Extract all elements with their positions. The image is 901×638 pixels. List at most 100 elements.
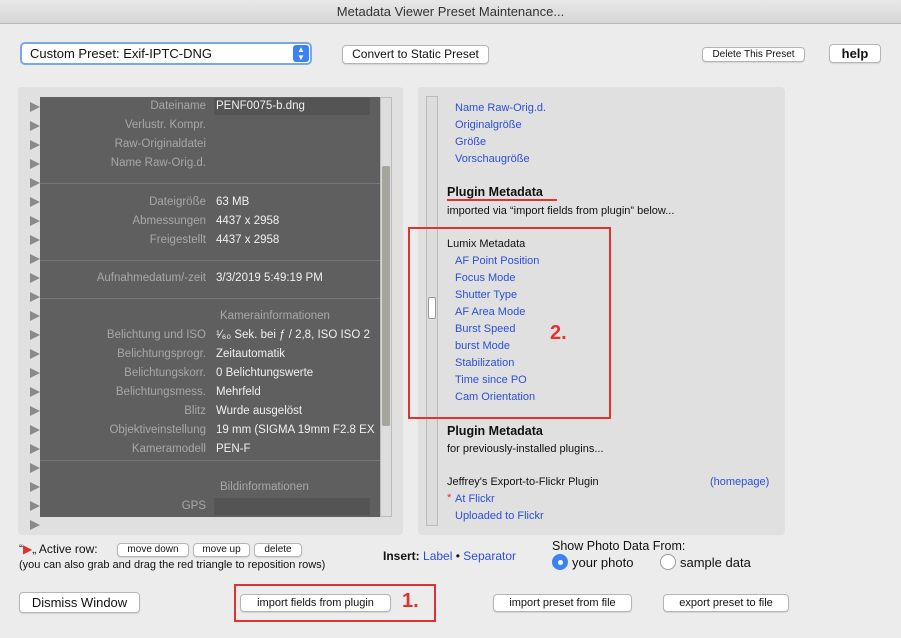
- insert-row: Insert: Label • Separator: [383, 549, 516, 563]
- field-link[interactable]: Vorschaugröße: [455, 153, 530, 165]
- export-preset-button[interactable]: export preset to file: [663, 594, 789, 612]
- field-link[interactable]: Name Raw-Orig.d.: [455, 102, 546, 114]
- required-star: *: [447, 492, 452, 504]
- your-photo-radio[interactable]: [552, 554, 568, 570]
- sample-data-label[interactable]: sample data: [680, 555, 751, 570]
- drag-triangle-icon[interactable]: [30, 482, 40, 492]
- row-label: Verlustr. Kompr.: [124, 119, 206, 131]
- annotation-2: 2.: [550, 322, 567, 344]
- divider: [40, 460, 380, 461]
- plugin-subtitle: imported via “import fields from plugin”…: [447, 205, 675, 217]
- preview-row: Belichtung und ISO ¹⁄₆₀ Sek. bei ƒ / 2,8,…: [40, 326, 380, 345]
- drag-triangle-icon[interactable]: [30, 121, 40, 131]
- flickr-field-link[interactable]: Uploaded to Flickr: [455, 510, 544, 522]
- drag-triangle-icon[interactable]: [30, 501, 40, 511]
- sample-data-radio[interactable]: [660, 554, 676, 570]
- drag-triangle-icon[interactable]: [30, 292, 40, 302]
- preview-row: Objektiveinstellung 19 mm (SIGMA 19mm F2.…: [40, 421, 380, 440]
- red-triangle-icon: ▶: [23, 542, 33, 556]
- move-down-button[interactable]: move down: [117, 543, 189, 557]
- drag-triangle-icon[interactable]: [30, 463, 40, 473]
- preview-row: Aufnahmedatum/-zeit 3/3/2019 5:49:19 PM: [40, 269, 380, 288]
- preview-row: Raw-Originaldatei: [40, 135, 380, 154]
- section-header: Kamerainformationen: [220, 310, 330, 322]
- delete-preset-button[interactable]: Delete This Preset: [702, 47, 805, 62]
- show-from-label: Show Photo Data From:: [552, 539, 686, 553]
- drag-triangle-icon[interactable]: [30, 102, 40, 112]
- divider: [40, 183, 380, 184]
- drag-triangle-icon[interactable]: [30, 197, 40, 207]
- preset-select-value: Custom Preset: Exif-IPTC-DNG: [30, 46, 213, 61]
- row-value: Wurde ausgelöst: [216, 405, 303, 417]
- active-row-label: “▶„ Active row:: [19, 542, 98, 556]
- section-header: Bildinformationen: [220, 481, 309, 493]
- preview-row: GPS: [40, 497, 380, 516]
- convert-static-button[interactable]: Convert to Static Preset: [342, 45, 489, 64]
- preview-row: Abmessungen 4437 x 2958: [40, 212, 380, 231]
- drag-triangle-icon[interactable]: [30, 311, 40, 321]
- highlight-box-2: [408, 227, 611, 419]
- row-label: Abmessungen: [132, 215, 206, 227]
- preview-row: Belichtungsprogr. Zeitautomatik: [40, 345, 380, 364]
- row-value: Mehrfeld: [216, 386, 261, 398]
- insert-separator-link[interactable]: Separator: [463, 549, 516, 563]
- field-link[interactable]: Originalgröße: [455, 119, 522, 131]
- drag-triangle-icon[interactable]: [30, 159, 40, 169]
- move-up-button[interactable]: move up: [193, 543, 250, 557]
- chevron-updown-icon: ▲ ▼: [293, 45, 309, 62]
- row-label: Raw-Originaldatei: [114, 138, 206, 150]
- your-photo-label[interactable]: your photo: [572, 555, 633, 570]
- drag-triangle-icon[interactable]: [30, 368, 40, 378]
- import-fields-button[interactable]: import fields from plugin: [240, 594, 391, 612]
- drag-triangle-icon[interactable]: [30, 444, 40, 454]
- row-label: Aufnahmedatum/-zeit: [96, 272, 206, 284]
- row-value: 4437 x 2958: [216, 215, 280, 227]
- drag-triangle-icon[interactable]: [30, 273, 40, 283]
- row-label: Blitz: [184, 405, 206, 417]
- row-label: GPS: [181, 500, 206, 512]
- preview-row: Kameramodell PEN-F: [40, 440, 380, 459]
- preview-row: Verlustr. Kompr.: [40, 116, 380, 135]
- plugin-metadata-heading-2: Plugin Metadata: [447, 424, 543, 438]
- homepage-link[interactable]: (homepage): [710, 476, 769, 488]
- drag-triangle-icon[interactable]: [30, 349, 40, 359]
- drag-triangle-icon[interactable]: [30, 520, 40, 530]
- drag-triangle-icon[interactable]: [30, 254, 40, 264]
- row-label: Dateiname: [150, 100, 206, 112]
- row-label: Belichtung und ISO: [106, 329, 206, 341]
- flickr-field-link[interactable]: At Flickr: [455, 493, 495, 505]
- drag-triangle-icon[interactable]: [30, 330, 40, 340]
- row-label: Freigestellt: [149, 234, 206, 246]
- value-box: [214, 498, 370, 515]
- drag-triangle-icon[interactable]: [30, 178, 40, 188]
- drag-triangle-icon[interactable]: [30, 425, 40, 435]
- drag-hint: (you can also grab and drag the red tria…: [19, 559, 326, 571]
- row-label: Objektiveinstellung: [109, 424, 206, 436]
- dismiss-window-button[interactable]: Dismiss Window: [19, 592, 140, 613]
- row-value: 0 Belichtungswerte: [216, 367, 314, 379]
- drag-triangle-icon[interactable]: [30, 140, 40, 150]
- row-label: Kameramodell: [131, 443, 206, 455]
- flickr-group-title: Jeffrey's Export-to-Flickr Plugin: [447, 476, 599, 488]
- row-value: 4437 x 2958: [216, 234, 280, 246]
- row-label: Name Raw-Orig.d.: [110, 157, 206, 169]
- preset-select[interactable]: Custom Preset: Exif-IPTC-DNG ▲ ▼: [20, 42, 312, 65]
- row-label: Belichtungsmess.: [115, 386, 206, 398]
- preview-row: Freigestellt 4437 x 2958: [40, 231, 380, 250]
- drag-triangle-icon[interactable]: [30, 406, 40, 416]
- row-value: Zeitautomatik: [216, 348, 286, 360]
- row-label: Belichtungskorr.: [124, 367, 206, 379]
- help-button[interactable]: help: [829, 44, 881, 63]
- delete-row-button[interactable]: delete: [254, 543, 302, 557]
- row-value: 3/3/2019 5:49:19 PM: [216, 272, 323, 284]
- import-preset-button[interactable]: import preset from file: [493, 594, 632, 612]
- drag-triangle-icon[interactable]: [30, 235, 40, 245]
- plugin-subtitle-2: for previously-installed plugins...: [447, 443, 604, 455]
- left-scrollbar[interactable]: [380, 97, 392, 517]
- preview-row: Belichtungskorr. 0 Belichtungswerte: [40, 364, 380, 383]
- drag-triangle-icon[interactable]: [30, 387, 40, 397]
- insert-label-link[interactable]: Label: [423, 549, 452, 563]
- left-scroll-thumb[interactable]: [382, 166, 390, 426]
- field-link[interactable]: Größe: [455, 136, 486, 148]
- drag-triangle-icon[interactable]: [30, 216, 40, 226]
